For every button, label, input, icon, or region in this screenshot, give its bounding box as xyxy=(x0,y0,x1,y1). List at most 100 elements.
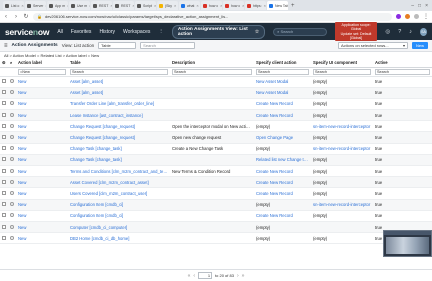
action-label-link[interactable]: New xyxy=(16,210,68,222)
info-icon[interactable] xyxy=(10,101,14,106)
menu-history[interactable]: History xyxy=(99,29,115,35)
browser-tab[interactable]: List o × xyxy=(3,1,24,10)
table-row[interactable]: New Change Task [change_task] Create a New… xyxy=(0,143,432,155)
info-icon[interactable] xyxy=(10,224,14,229)
cell-client-action[interactable]: New Asset Modal xyxy=(254,87,311,99)
cell-table[interactable]: Asset Covered [clm_m2m_contract_asset] xyxy=(68,176,170,189)
new-tab-icon[interactable]: + xyxy=(289,3,297,9)
info-icon[interactable] xyxy=(10,190,14,195)
row-checkbox[interactable] xyxy=(2,112,6,117)
breadcrumb[interactable]: All > Action Model = Related List > Acti… xyxy=(0,52,432,59)
global-search-input[interactable]: ⌕ Search xyxy=(273,27,327,36)
table-row[interactable]: New Transfer Order Line [alm_transfer_ord… xyxy=(0,98,432,111)
row-checkbox[interactable] xyxy=(2,202,6,207)
cell-client-action[interactable]: Related list new Change task xyxy=(254,154,311,167)
browser-tab[interactable]: (Sky × xyxy=(157,1,178,10)
close-tab-icon[interactable]: × xyxy=(45,3,46,8)
cell-ui-component[interactable]: sn-item-new-record-interceptor xyxy=(311,120,373,133)
table-row[interactable]: New Lease Instance [ast_contract_instance… xyxy=(0,109,432,122)
info-icon[interactable] xyxy=(10,79,14,84)
browser-tab[interactable]: New Tab × xyxy=(267,1,288,10)
row-checkbox[interactable] xyxy=(2,224,6,229)
menu-favorites[interactable]: Favorites xyxy=(71,29,92,35)
more-icon[interactable]: ⋮ xyxy=(158,29,164,35)
cell-table[interactable]: Terms and Conditions [clm_m2m_contract_a… xyxy=(68,165,170,178)
cell-table[interactable]: Asset [alm_asset] xyxy=(68,76,170,88)
row-checkbox[interactable] xyxy=(2,101,6,106)
action-label-link[interactable]: New xyxy=(16,221,68,234)
info-icon[interactable] xyxy=(10,135,14,140)
cell-client-action[interactable]: Create New Record xyxy=(254,176,311,189)
action-label-link[interactable]: New xyxy=(16,154,68,167)
browser-tab[interactable]: how c × xyxy=(223,1,244,10)
row-checkbox[interactable] xyxy=(2,213,6,218)
reload-icon[interactable]: ↻ xyxy=(23,13,29,20)
cell-table[interactable]: Change Request [change_request] xyxy=(68,120,170,133)
menu-workspaces[interactable]: Workspaces xyxy=(123,29,150,35)
info-icon[interactable] xyxy=(10,90,14,95)
globe-icon[interactable]: ◎ xyxy=(385,29,390,35)
gear-icon[interactable]: ⚙ xyxy=(0,59,8,68)
browser-tab[interactable]: Use m× xyxy=(69,1,90,10)
table-row[interactable]: New Asset Covered [clm_m2m_contract_asset… xyxy=(0,176,432,189)
row-checkbox[interactable] xyxy=(2,235,6,240)
cell-table[interactable]: Transfer Order Line [alm_transfer_order_… xyxy=(68,98,170,111)
column-header-active[interactable]: Active xyxy=(373,59,432,68)
action-label-link[interactable]: New xyxy=(16,187,68,200)
table-row[interactable]: New Change Task [change_task] Related list… xyxy=(0,154,432,167)
info-icon[interactable] xyxy=(10,146,14,151)
filter-active-input[interactable]: Search xyxy=(375,68,430,75)
cell-table[interactable]: Change Task [change_task] xyxy=(68,154,170,167)
browser-tab[interactable]: REST × xyxy=(113,1,134,10)
maximize-icon[interactable]: □ xyxy=(418,3,421,9)
cell-ui-component[interactable]: sn-item-new-record-interceptor xyxy=(311,143,373,155)
cell-table[interactable]: Change Task [change_task] xyxy=(68,143,170,155)
column-header-action-label[interactable]: Action label xyxy=(16,59,68,68)
preview-titlebar[interactable] xyxy=(384,231,431,235)
cell-table[interactable]: Users Covered [clm_m2m_contract_user] xyxy=(68,187,170,200)
column-header-ui-component[interactable]: Specify UI component xyxy=(311,59,373,68)
table-row[interactable]: New Asset [alm_asset] New Asset Modal (empt… xyxy=(0,87,432,99)
star-icon[interactable]: ☆ xyxy=(255,29,259,35)
column-header-description[interactable]: Description xyxy=(170,59,254,68)
cell-client-action[interactable]: Create New Record xyxy=(254,187,311,200)
table-row[interactable]: New Change Request [change_request] Open n… xyxy=(0,131,432,144)
browser-menu-icon[interactable]: ⋮ xyxy=(423,13,429,20)
close-tab-icon[interactable]: × xyxy=(89,3,90,8)
info-icon[interactable] xyxy=(10,123,14,128)
filter-table-input[interactable]: Search xyxy=(70,68,168,75)
minimize-icon[interactable]: – xyxy=(411,3,414,9)
table-row[interactable]: New Configuration Item [cmdb_ci] Create Ne… xyxy=(0,210,432,222)
action-label-link[interactable]: New xyxy=(16,143,68,155)
back-icon[interactable]: ‹ xyxy=(3,14,9,20)
cell-client-action[interactable]: Open Change Page xyxy=(254,131,311,144)
page-number-input[interactable]: 1 xyxy=(198,272,213,279)
context-pill[interactable]: Action Assignments View: List action ☆ xyxy=(171,24,266,39)
extension-icon[interactable] xyxy=(396,14,401,19)
action-label-link[interactable]: New xyxy=(16,165,68,178)
extension-icon[interactable] xyxy=(414,14,419,19)
close-tab-icon[interactable]: × xyxy=(264,3,266,8)
column-header-client-action[interactable]: Specify client action xyxy=(254,59,311,68)
action-label-link[interactable]: New xyxy=(16,232,68,245)
table-row[interactable]: New Asset [alm_asset] New Asset Modal (empt… xyxy=(0,76,432,88)
search-icon[interactable]: ⌕ xyxy=(8,59,16,68)
close-tab-icon[interactable]: × xyxy=(220,3,222,8)
close-window-icon[interactable]: × xyxy=(425,3,428,9)
action-label-link[interactable]: New xyxy=(16,176,68,189)
cell-client-action[interactable]: Create New Record xyxy=(254,98,311,111)
action-label-link[interactable]: New xyxy=(16,76,68,88)
info-icon[interactable] xyxy=(10,202,14,207)
close-tab-icon[interactable]: × xyxy=(132,3,134,8)
browser-tab[interactable]: how c × xyxy=(201,1,222,10)
info-icon[interactable] xyxy=(10,112,14,117)
filter-ui-component-input[interactable]: Search xyxy=(313,68,371,75)
info-icon[interactable] xyxy=(10,235,14,240)
table-row[interactable]: New Change Request [change_request] Open t… xyxy=(0,120,432,133)
browser-tab[interactable]: https: × xyxy=(245,1,266,10)
cell-table[interactable]: Configuration Item [cmdb_ci] xyxy=(68,210,170,222)
action-label-link[interactable]: New xyxy=(16,98,68,111)
row-checkbox[interactable] xyxy=(2,90,6,95)
row-checkbox[interactable] xyxy=(2,190,6,195)
menu-all[interactable]: All xyxy=(57,29,63,35)
